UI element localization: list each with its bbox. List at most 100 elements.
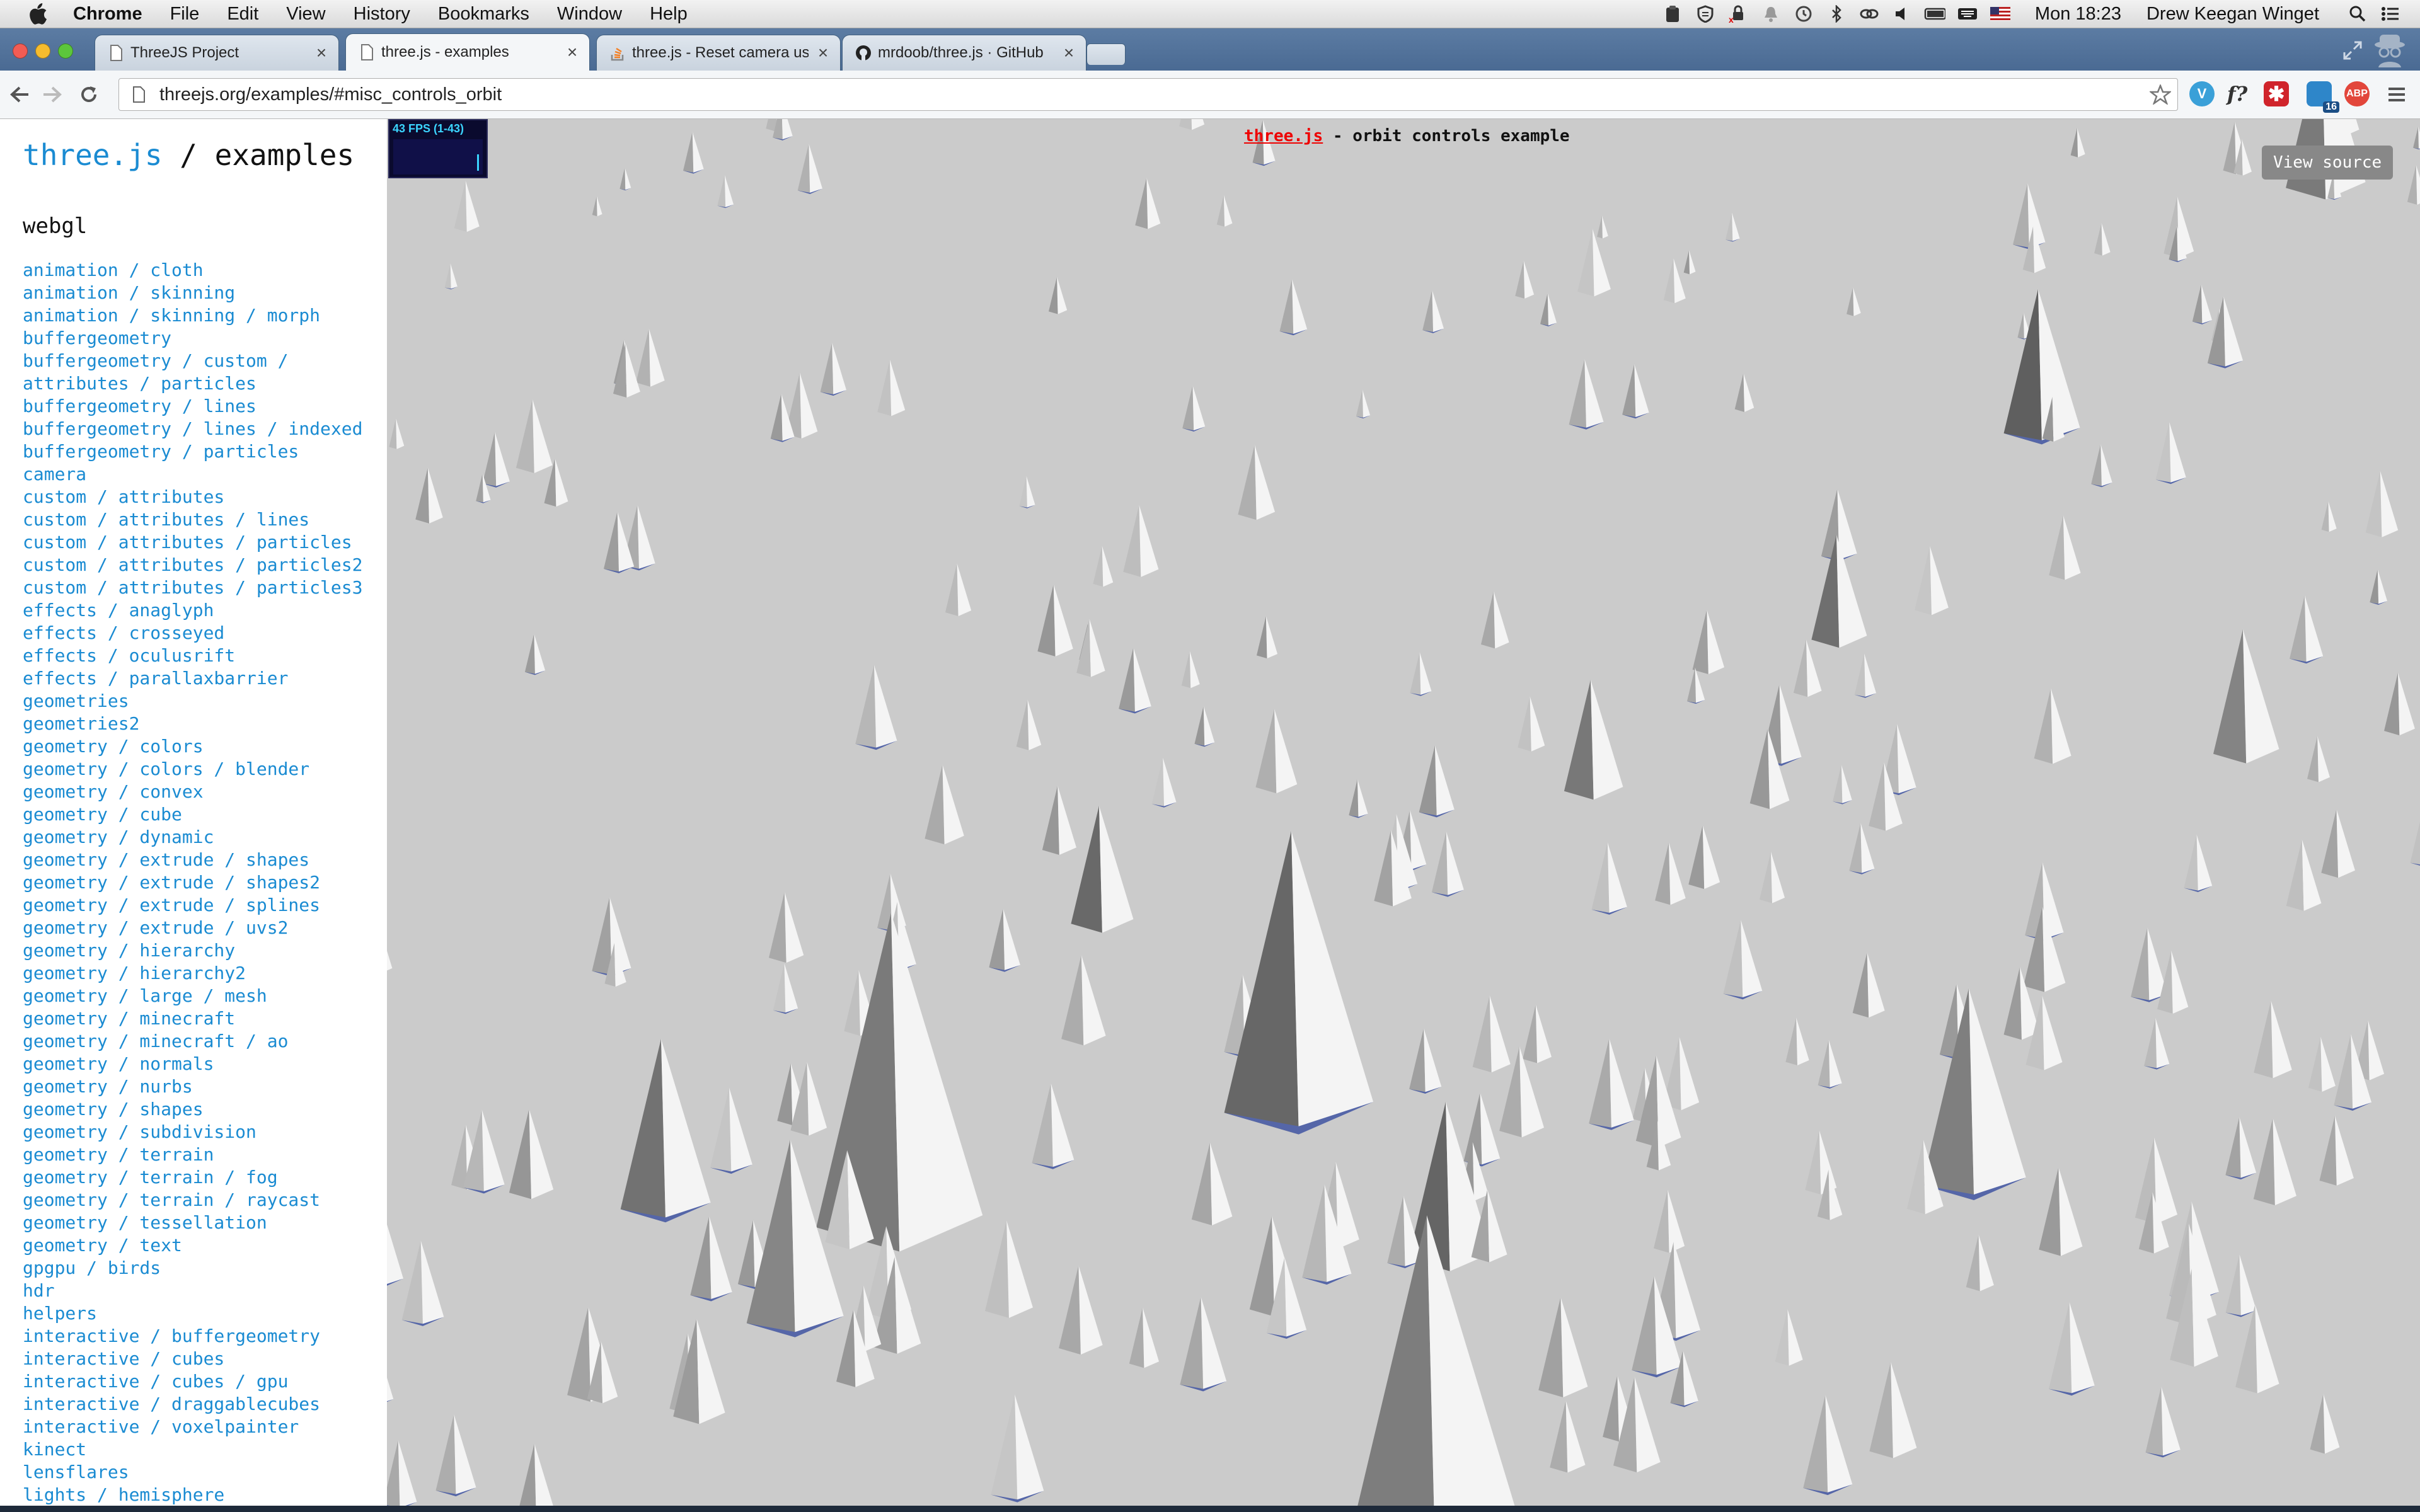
zoom-window-button[interactable] bbox=[58, 43, 73, 59]
example-link[interactable]: custom / attributes / particles2 bbox=[23, 554, 376, 576]
us-flag-icon[interactable] bbox=[1990, 4, 2011, 23]
example-link[interactable]: custom / attributes / particles bbox=[23, 531, 376, 554]
example-link[interactable]: effects / crosseyed bbox=[23, 622, 376, 644]
example-link[interactable]: gpgpu / birds bbox=[23, 1257, 376, 1280]
close-tab-icon[interactable]: × bbox=[1061, 43, 1077, 62]
menu-window[interactable]: Window bbox=[557, 4, 622, 25]
menu-file[interactable]: File bbox=[170, 4, 200, 25]
example-link[interactable]: geometries2 bbox=[23, 713, 376, 735]
example-link[interactable]: geometry / hierarchy2 bbox=[23, 962, 376, 985]
minimize-window-button[interactable] bbox=[35, 43, 50, 59]
menu-bookmarks[interactable]: Bookmarks bbox=[438, 4, 529, 25]
example-link[interactable]: geometry / terrain bbox=[23, 1143, 376, 1166]
example-link[interactable]: lights / hemisphere bbox=[23, 1484, 376, 1506]
menu-app-chrome[interactable]: Chrome bbox=[73, 4, 142, 25]
menu-view[interactable]: View bbox=[286, 4, 325, 25]
example-link[interactable]: geometry / convex bbox=[23, 781, 376, 803]
example-link[interactable]: kinect bbox=[23, 1438, 376, 1461]
tag-extension-icon[interactable]: 16 bbox=[2307, 81, 2339, 113]
example-link[interactable]: animation / skinning bbox=[23, 282, 376, 304]
bookmark-star-icon[interactable] bbox=[2150, 84, 2171, 105]
example-link[interactable]: geometry / minecraft / ao bbox=[23, 1030, 376, 1053]
example-link[interactable]: geometry / colors / blender bbox=[23, 758, 376, 781]
chrome-menu-icon[interactable] bbox=[2383, 81, 2410, 108]
back-arrow-icon[interactable] bbox=[6, 81, 33, 108]
example-link[interactable]: interactive / cubes bbox=[23, 1348, 376, 1370]
menubar-clock[interactable]: Mon 18:23 bbox=[2035, 4, 2121, 25]
example-link[interactable]: hdr bbox=[23, 1280, 376, 1302]
example-link[interactable]: buffergeometry / lines bbox=[23, 395, 376, 418]
asterisk-extension-icon[interactable]: ✱ bbox=[2264, 81, 2289, 106]
menu-history[interactable]: History bbox=[354, 4, 410, 25]
example-link[interactable]: geometry / extrude / splines bbox=[23, 894, 376, 917]
tab-threejs-project[interactable]: ThreeJS Project × bbox=[95, 35, 339, 71]
tab-reset-camera[interactable]: three.js - Reset camera us × bbox=[596, 35, 841, 71]
example-link[interactable]: animation / skinning / morph bbox=[23, 304, 376, 327]
example-link[interactable]: geometry / text bbox=[23, 1234, 376, 1257]
link-icon[interactable] bbox=[1858, 4, 1880, 23]
example-link[interactable]: interactive / draggablecubes bbox=[23, 1393, 376, 1416]
view-source-button[interactable]: View source bbox=[2262, 146, 2394, 180]
example-link[interactable]: geometries bbox=[23, 690, 376, 713]
example-link[interactable]: geometry / tessellation bbox=[23, 1211, 376, 1234]
clipboard-icon[interactable] bbox=[1662, 4, 1683, 23]
example-link[interactable]: custom / attributes / particles3 bbox=[23, 576, 376, 599]
notification-center-icon[interactable] bbox=[2380, 4, 2401, 23]
webgl-viewport[interactable]: 43 FPS (1-43) three.js - orbit controls … bbox=[387, 119, 2420, 1512]
example-link[interactable]: geometry / nurbs bbox=[23, 1075, 376, 1098]
example-link[interactable]: geometry / large / mesh bbox=[23, 985, 376, 1007]
threejs-info-link[interactable]: three.js bbox=[1244, 127, 1323, 146]
example-link[interactable]: geometry / shapes bbox=[23, 1098, 376, 1121]
example-link[interactable]: lensflares bbox=[23, 1461, 376, 1484]
spotlight-search-icon[interactable] bbox=[2347, 4, 2368, 23]
example-link[interactable]: geometry / dynamic bbox=[23, 826, 376, 849]
address-bar[interactable]: threejs.org/examples/#misc_controls_orbi… bbox=[118, 78, 2178, 111]
close-tab-icon[interactable]: × bbox=[815, 43, 831, 62]
example-link[interactable]: geometry / colors bbox=[23, 735, 376, 758]
example-link[interactable]: geometry / terrain / raycast bbox=[23, 1189, 376, 1211]
example-link[interactable]: effects / parallaxbarrier bbox=[23, 667, 376, 690]
example-link[interactable]: geometry / minecraft bbox=[23, 1007, 376, 1030]
lock-alert-icon[interactable]: x bbox=[1727, 4, 1749, 23]
example-link[interactable]: interactive / cubes / gpu bbox=[23, 1370, 376, 1393]
threejs-home-link[interactable]: three.js bbox=[23, 138, 163, 172]
example-link[interactable]: geometry / cube bbox=[23, 803, 376, 826]
example-link[interactable]: animation / cloth bbox=[23, 259, 376, 282]
adblock-plus-icon[interactable]: ABP bbox=[2344, 81, 2370, 106]
example-link[interactable]: geometry / subdivision bbox=[23, 1121, 376, 1143]
example-link[interactable]: custom / attributes / lines bbox=[23, 508, 376, 531]
close-tab-icon[interactable]: × bbox=[564, 42, 580, 62]
incognito-profile-icon[interactable] bbox=[2371, 32, 2409, 69]
example-link[interactable]: buffergeometry bbox=[23, 327, 376, 350]
example-link[interactable]: buffergeometry / lines / indexed bbox=[23, 418, 376, 440]
example-link[interactable]: interactive / buffergeometry bbox=[23, 1325, 376, 1348]
menubar-user[interactable]: Drew Keegan Winget bbox=[2146, 4, 2319, 25]
battery-icon[interactable] bbox=[1924, 4, 1945, 23]
example-link[interactable]: geometry / extrude / shapes2 bbox=[23, 871, 376, 894]
example-link[interactable]: geometry / extrude / shapes bbox=[23, 849, 376, 871]
example-link[interactable]: buffergeometry / custom / bbox=[23, 350, 376, 372]
time-machine-icon[interactable] bbox=[1793, 4, 1814, 23]
vimium-extension-icon[interactable]: V bbox=[2189, 81, 2215, 106]
menu-help[interactable]: Help bbox=[650, 4, 688, 25]
example-link[interactable]: custom / attributes bbox=[23, 486, 376, 508]
example-link[interactable]: camera bbox=[23, 463, 376, 486]
reload-icon[interactable] bbox=[76, 81, 102, 108]
bluetooth-icon[interactable] bbox=[1826, 4, 1847, 23]
tab-threejs-examples[interactable]: three.js - examples × bbox=[345, 33, 590, 71]
menu-edit[interactable]: Edit bbox=[227, 4, 258, 25]
new-tab-button[interactable] bbox=[1086, 43, 1126, 65]
example-link[interactable]: effects / anaglyph bbox=[23, 599, 376, 622]
volume-icon[interactable] bbox=[1891, 4, 1913, 23]
example-link[interactable]: geometry / hierarchy bbox=[23, 939, 376, 962]
keyboard-icon[interactable] bbox=[1957, 4, 1978, 23]
close-tab-icon[interactable]: × bbox=[313, 43, 330, 62]
example-link[interactable]: geometry / extrude / uvs2 bbox=[23, 917, 376, 939]
example-link[interactable]: buffergeometry / particles bbox=[23, 440, 376, 463]
forward-arrow-icon[interactable] bbox=[39, 81, 66, 108]
example-link[interactable]: interactive / voxelpainter bbox=[23, 1416, 376, 1438]
apple-menu-icon[interactable] bbox=[25, 3, 50, 25]
notification-bell-icon[interactable] bbox=[1760, 4, 1782, 23]
example-link[interactable]: attributes / particles bbox=[23, 372, 376, 395]
example-link[interactable]: helpers bbox=[23, 1302, 376, 1325]
